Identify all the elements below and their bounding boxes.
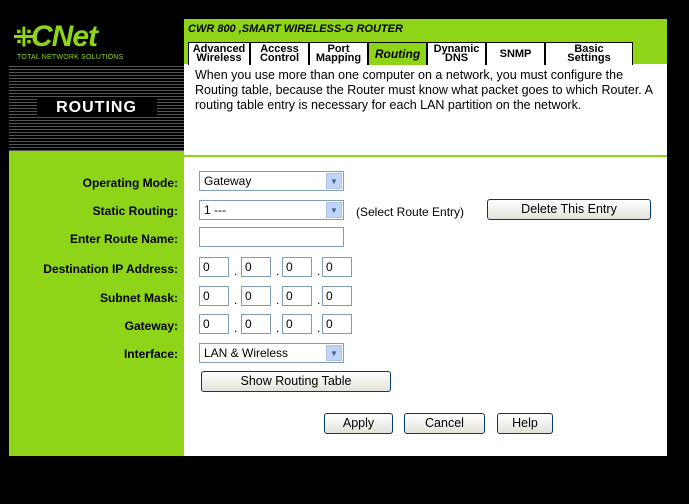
logo-text: CNet — [31, 20, 98, 53]
route-name-input[interactable] — [199, 227, 344, 247]
tab-label: Mapping — [315, 52, 362, 64]
operating-mode-select[interactable]: Gateway ▼ — [199, 171, 344, 191]
gateway-octet-1[interactable]: 0 — [199, 314, 229, 334]
static-routing-label: Static Routing: — [92, 204, 178, 218]
tab-label: DNS — [444, 52, 469, 64]
interface-select[interactable]: LAN & Wireless ▼ — [199, 343, 344, 363]
operating-mode-value: Gateway — [204, 174, 252, 188]
gateway-octet-3[interactable]: 0 — [282, 314, 312, 334]
gateway-octet-4[interactable]: 0 — [322, 314, 352, 334]
route-name-label: Enter Route Name: — [69, 232, 178, 246]
tab-label: SNMP — [499, 47, 532, 60]
tab-dynamic-dns[interactable]: Dynamic DNS — [427, 42, 486, 65]
delete-entry-button[interactable]: Delete This Entry — [487, 199, 651, 220]
tab-advanced-wireless[interactable]: Advanced Wireless — [188, 42, 250, 65]
tab-label: Wireless — [196, 52, 242, 64]
product-title: CWR 800 ,SMART WIRELESS-G ROUTER — [188, 23, 403, 35]
static-routing-select[interactable]: 1 --- ▼ — [199, 200, 344, 220]
divider — [184, 155, 667, 157]
ip-separator: . — [317, 293, 321, 307]
gateway-octet-2[interactable]: 0 — [241, 314, 271, 334]
subnet-octet-1[interactable]: 0 — [199, 286, 229, 306]
cnet-logo: ⁜ CNet TOTAL NETWORK SOLUTIONS — [9, 19, 184, 64]
subnet-mask-label: Subnet Mask: — [99, 291, 178, 305]
subnet-octet-4[interactable]: 0 — [322, 286, 352, 306]
show-routing-table-button[interactable]: Show Routing Table — [201, 371, 391, 392]
dest-ip-octet-1[interactable]: 0 — [199, 257, 229, 277]
dest-ip-octet-2[interactable]: 0 — [241, 257, 271, 277]
tab-snmp[interactable]: SNMP — [486, 42, 545, 65]
cancel-button[interactable]: Cancel — [404, 413, 485, 434]
tab-routing[interactable]: Routing — [368, 42, 427, 65]
help-button[interactable]: Help — [497, 413, 553, 434]
static-routing-value: 1 --- — [204, 203, 226, 217]
ip-separator: . — [317, 264, 321, 278]
section-header: ROUTING — [9, 64, 184, 151]
dest-ip-octet-4[interactable]: 0 — [322, 257, 352, 277]
routing-description: When you use more than one computer on a… — [195, 68, 653, 112]
interface-value: LAN & Wireless — [204, 346, 289, 360]
tab-basic-settings[interactable]: Basic Settings — [545, 42, 633, 65]
dest-ip-octet-3[interactable]: 0 — [282, 257, 312, 277]
tab-label: Settings — [567, 52, 611, 64]
tab-access-control[interactable]: Access Control — [250, 42, 309, 65]
ip-separator: . — [234, 293, 238, 307]
ip-separator: . — [276, 293, 280, 307]
tab-port-mapping[interactable]: Port Mapping — [309, 42, 368, 65]
chevron-down-icon: ▼ — [326, 202, 342, 218]
interface-label: Interface: — [123, 347, 178, 361]
subnet-octet-3[interactable]: 0 — [282, 286, 312, 306]
tab-label: Control — [259, 52, 300, 64]
subnet-octet-2[interactable]: 0 — [241, 286, 271, 306]
tab-label: Routing — [374, 46, 421, 61]
apply-button[interactable]: Apply — [324, 413, 393, 434]
ip-separator: . — [276, 321, 280, 335]
select-route-note: (Select Route Entry) — [356, 205, 465, 219]
logo-tagline: TOTAL NETWORK SOLUTIONS — [17, 54, 124, 61]
operating-mode-label: Operating Mode: — [82, 176, 178, 190]
ip-separator: . — [276, 264, 280, 278]
ip-separator: . — [234, 264, 238, 278]
ip-separator: . — [234, 321, 238, 335]
destination-ip-label: Destination IP Address: — [43, 262, 178, 276]
tab-bar: CWR 800 ,SMART WIRELESS-G ROUTER Advance… — [184, 19, 667, 65]
gateway-label: Gateway: — [124, 319, 178, 333]
ip-separator: . — [317, 321, 321, 335]
section-title: ROUTING — [36, 99, 157, 117]
chevron-down-icon: ▼ — [326, 345, 342, 361]
chevron-down-icon: ▼ — [326, 173, 342, 189]
